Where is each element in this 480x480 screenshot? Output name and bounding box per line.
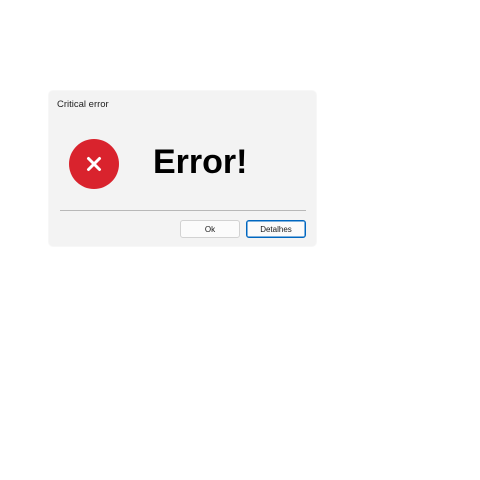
details-button[interactable]: Detalhes [246,220,306,238]
divider [60,210,306,211]
ok-button[interactable]: Ok [180,220,240,238]
dialog-title: Critical error [57,99,109,110]
error-heading: Error! [153,143,248,181]
x-mark-icon [87,157,101,171]
critical-error-dialog: Critical error Error! Ok Detalhes [49,91,316,246]
error-icon [69,139,119,189]
